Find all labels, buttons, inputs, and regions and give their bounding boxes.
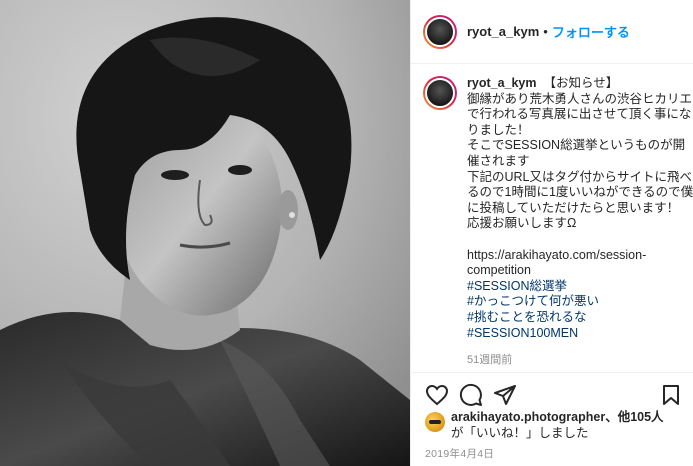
likes-text: が「いいね！」しました — [451, 425, 589, 440]
hashtag-link[interactable]: #SESSION100MEN — [467, 326, 689, 342]
caption-avatar[interactable] — [423, 76, 457, 110]
liker-username[interactable]: arakihayato.photographer — [451, 410, 605, 424]
caption: ryot_a_kym 【お知らせ】 御縁があり荒木勇人さんの渋谷ヒカリエ で行わ… — [423, 76, 693, 369]
caption-line: 催されます — [467, 153, 530, 168]
caption-line: るので1時間に1度いいねができるので僕 — [467, 185, 693, 200]
post-photo[interactable] — [0, 0, 410, 466]
bookmark-icon[interactable] — [659, 383, 683, 407]
hashtag-link[interactable]: #挑むことを恐れるな — [467, 310, 689, 326]
comment-icon[interactable] — [459, 383, 483, 407]
hashtag-link[interactable]: #かっこつけて何が悪い — [467, 294, 689, 310]
author-avatar[interactable] — [423, 14, 457, 49]
liker-avatar[interactable] — [425, 412, 445, 432]
separator-dot: • — [543, 24, 548, 39]
caption-line: 下記のURL又はタグ付からサイトに飛べ — [467, 169, 693, 184]
caption-line: に投稿していただけたらと思います！ — [467, 200, 680, 215]
caption-line: で行われる写真展に出させて頂く事にな — [467, 107, 692, 122]
post-date[interactable]: 2019年4月4日 — [425, 446, 494, 461]
caption-line: そこでSESSION総選挙というものが開 — [467, 138, 686, 153]
likes-summary: arakihayato.photographer、他105人 が「いいね！」しま… — [425, 410, 690, 441]
post-header: ryot_a_kym • フォローする — [411, 0, 693, 64]
caption-body: ryot_a_kym 【お知らせ】 御縁があり荒木勇人さんの渋谷ヒカリエ で行わ… — [467, 76, 693, 369]
action-bar — [411, 372, 693, 412]
caption-link[interactable]: https://arakihayato.com/session- — [467, 248, 689, 264]
author-username[interactable]: ryot_a_kym — [467, 24, 539, 39]
likes-count[interactable]: 、他105人 — [605, 410, 663, 424]
heart-icon[interactable] — [425, 383, 449, 407]
post-panel: ryot_a_kym • フォローする ryot_a_kym 【お知らせ】 御縁… — [410, 0, 693, 466]
share-icon[interactable] — [493, 383, 517, 407]
caption-timestamp[interactable]: 51週間前 — [467, 353, 689, 369]
caption-username[interactable]: ryot_a_kym — [467, 76, 537, 90]
hashtag-link[interactable]: #SESSION総選挙 — [467, 279, 689, 295]
follow-button[interactable]: フォローする — [552, 22, 630, 41]
caption-link-cont[interactable]: competition — [467, 263, 689, 279]
caption-line: りました！ — [467, 122, 530, 137]
portrait-image — [0, 0, 410, 466]
caption-line: 応援お願いしますΩ — [467, 216, 577, 231]
caption-line: 【お知らせ】 — [543, 76, 619, 90]
caption-line: 御縁があり荒木勇人さんの渋谷ヒカリエ — [467, 91, 693, 106]
